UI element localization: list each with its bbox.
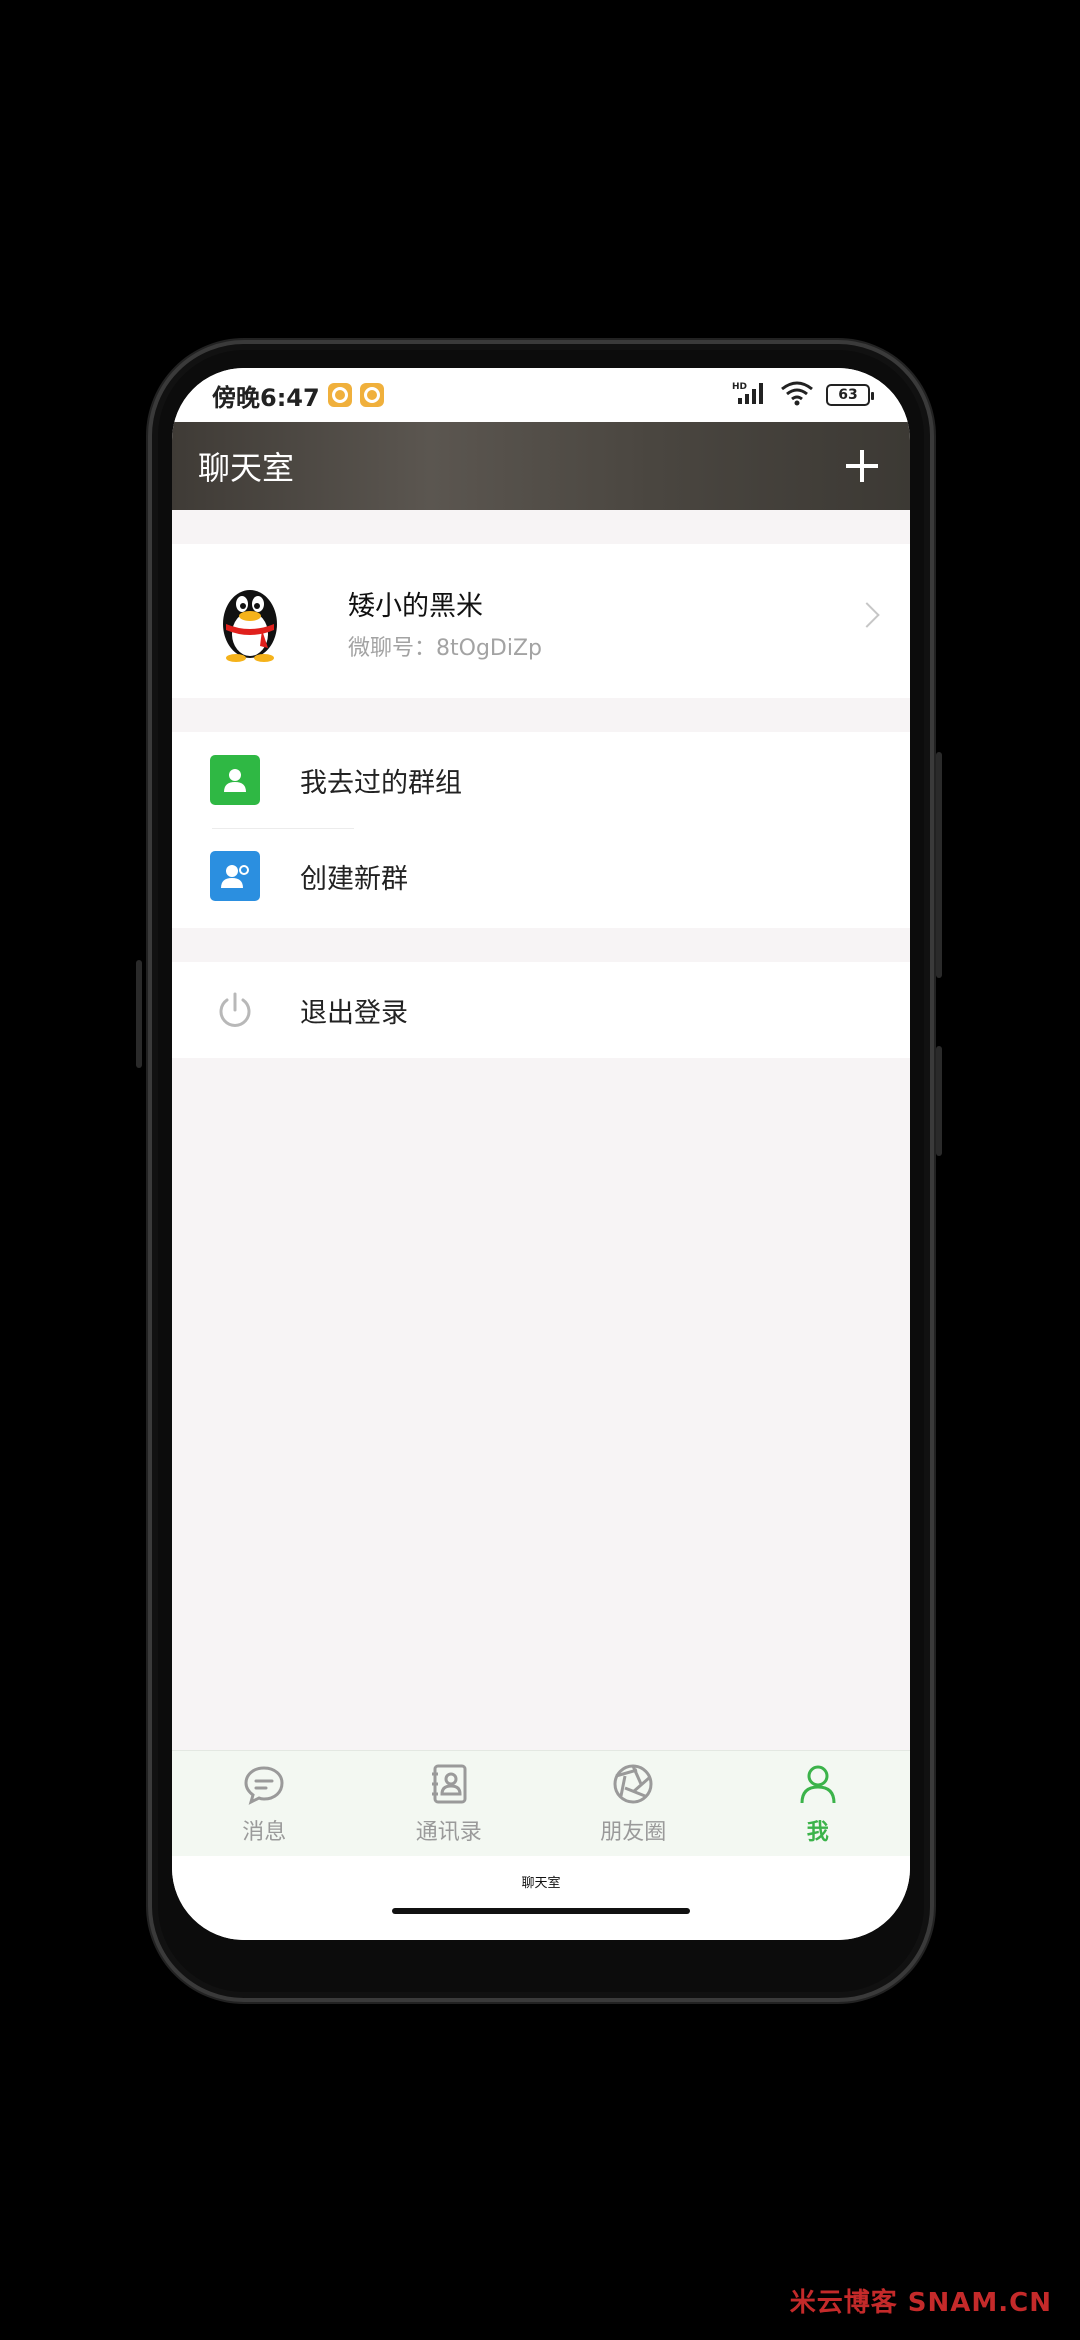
- power-icon: [210, 985, 260, 1035]
- status-time: 傍晚6:47: [212, 383, 320, 412]
- tab-me[interactable]: 我: [726, 1751, 911, 1856]
- phone-screen: 傍晚6:47 HD 63 聊天室 矮小的黑米 微聊号：8tOgDiZp 我去过的…: [172, 368, 910, 1940]
- app-caption: 聊天室: [521, 1876, 561, 1891]
- phone-side-button: [936, 752, 942, 978]
- page-title: 聊天室: [198, 449, 295, 487]
- menu-item-label: 我去过的群组: [300, 767, 462, 799]
- menu-item-label: 创建新群: [300, 863, 408, 895]
- add-person-icon: [210, 851, 260, 901]
- network-type-label: HD: [732, 382, 747, 392]
- notification-icon: [327, 383, 352, 407]
- app-header: 聊天室: [172, 422, 910, 510]
- menu-item-logout[interactable]: 退出登录: [172, 962, 910, 1058]
- notification-icon: [359, 383, 384, 407]
- profile-wechat-id: 微聊号：8tOgDiZp: [348, 636, 542, 661]
- logout-card: 退出登录: [172, 962, 910, 1058]
- signal-icon: HD: [732, 380, 768, 410]
- menu-item-groups-visited[interactable]: 我去过的群组: [172, 732, 910, 829]
- tab-label: 通讯录: [415, 1819, 482, 1845]
- menu-item-create-group[interactable]: 创建新群: [172, 828, 910, 924]
- stage: 傍晚6:47 HD 63 聊天室 矮小的黑米 微聊号：8tOgDiZp 我去过的…: [0, 0, 1080, 2340]
- main-content: 矮小的黑米 微聊号：8tOgDiZp 我去过的群组 创建新群 退出登录: [172, 510, 910, 1828]
- gesture-area: 聊天室: [172, 1856, 910, 1940]
- tab-label: 消息: [242, 1819, 287, 1845]
- chevron-right-icon: [854, 602, 880, 628]
- contacts-icon: [427, 1762, 471, 1810]
- home-indicator[interactable]: [392, 1908, 690, 1914]
- watermark: 米云博客 SNAM.CN: [789, 2288, 1052, 2318]
- moments-aperture-icon: [611, 1762, 655, 1810]
- tab-label: 我: [806, 1819, 829, 1845]
- group-person-icon: [210, 755, 260, 805]
- group-menu-card: 我去过的群组 创建新群: [172, 732, 910, 928]
- phone-side-button: [136, 960, 142, 1068]
- wifi-icon: [780, 380, 814, 410]
- tab-messages[interactable]: 消息: [172, 1751, 357, 1856]
- battery-icon: 63: [826, 384, 874, 406]
- menu-item-label: 退出登录: [300, 997, 408, 1029]
- tab-contacts[interactable]: 通讯录: [357, 1751, 542, 1856]
- avatar: [212, 578, 288, 662]
- penguin-avatar-icon: [223, 590, 277, 662]
- add-plus-icon[interactable]: [842, 446, 882, 486]
- tab-moments[interactable]: 朋友圈: [541, 1751, 726, 1856]
- profile-name: 矮小的黑米: [348, 591, 483, 622]
- bottom-tab-bar: 消息 通讯录 朋友圈 我: [172, 1750, 910, 1856]
- status-bar: 傍晚6:47 HD 63: [172, 368, 910, 422]
- person-icon: [796, 1762, 840, 1810]
- profile-card[interactable]: 矮小的黑米 微聊号：8tOgDiZp: [172, 544, 910, 698]
- phone-side-button: [936, 1046, 942, 1156]
- chat-bubble-icon: [242, 1762, 286, 1810]
- tab-label: 朋友圈: [600, 1819, 667, 1845]
